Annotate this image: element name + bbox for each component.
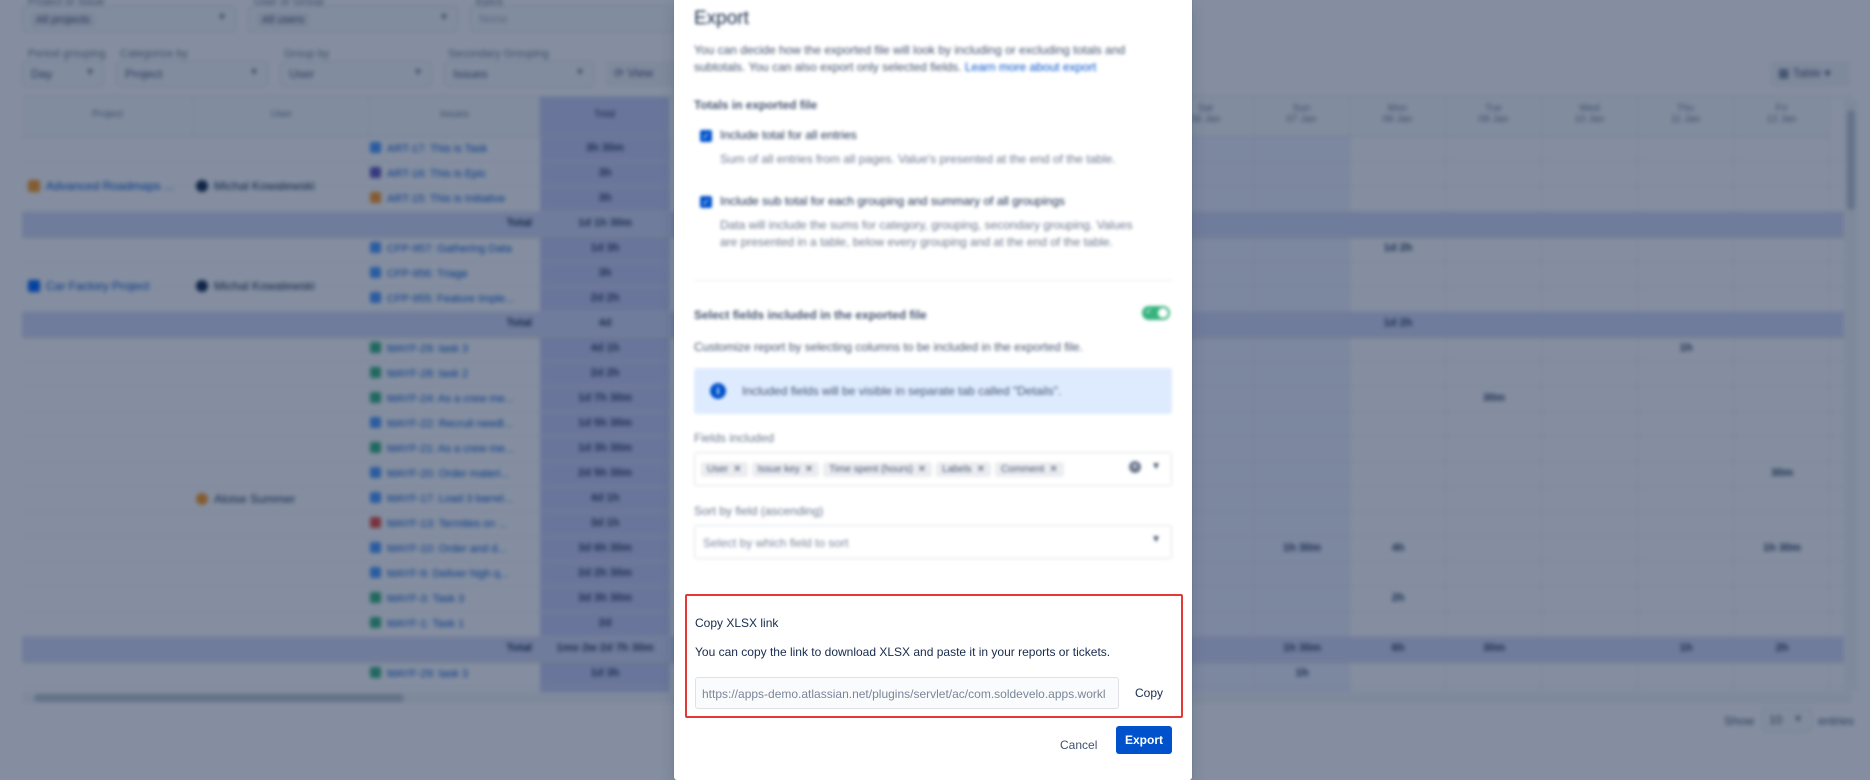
field-chip: Labels ✕ [936, 462, 991, 477]
clear-icon[interactable]: ✕ [1129, 461, 1141, 473]
remove-chip-icon[interactable]: ✕ [918, 464, 926, 475]
field-chip-label: Labels [942, 464, 972, 475]
remove-chip-icon[interactable]: ✕ [805, 464, 813, 475]
field-chip-label: User [707, 464, 729, 475]
xlsx-link-field[interactable]: https://apps-demo.atlassian.net/plugins/… [695, 677, 1119, 709]
field-chip-label: Comment [1000, 464, 1045, 475]
remove-chip-icon[interactable]: ✕ [977, 464, 985, 475]
field-chips: User ✕ Issue key ✕ Time spent (hours) ✕ Labels… [701, 461, 1068, 477]
check-icon: ✓ [1145, 306, 1153, 316]
info-icon: i [710, 383, 726, 399]
copy-xlsx-title: Copy XLSX link [695, 616, 779, 630]
copy-button[interactable]: Copy [1127, 678, 1171, 708]
copy-xlsx-description: You can copy the link to download XLSX a… [695, 645, 1111, 659]
chevron-down-icon[interactable]: ▼ [1151, 461, 1161, 472]
info-banner: i Included fields will be visible in sep… [694, 368, 1172, 414]
cancel-button[interactable]: Cancel [1056, 732, 1101, 758]
copy-xlsx-section: Copy XLSX link You can copy the link to … [685, 594, 1183, 718]
export-options-area: Export You can decide how the exported f… [674, 0, 1192, 586]
sort-by-select[interactable]: Select by which field to sort ▼ [694, 525, 1172, 559]
dialog-description: You can decide how the exported file wil… [694, 42, 1164, 76]
fields-included-select[interactable]: User ✕ Issue key ✕ Time spent (hours) ✕ Labels… [694, 452, 1172, 486]
include-subtotal-checkbox[interactable]: ✓ [700, 196, 712, 208]
field-chip: Comment ✕ [994, 462, 1064, 477]
include-total-label: Include total for all entries [720, 128, 857, 142]
sort-by-placeholder: Select by which field to sort [703, 536, 849, 550]
remove-chip-icon[interactable]: ✕ [1049, 464, 1057, 475]
toggle-knob [1158, 308, 1168, 318]
field-chip: Issue key ✕ [751, 462, 820, 477]
info-text: Included fields will be visible in separ… [742, 384, 1062, 398]
select-fields-heading: Select fields included in the exported f… [694, 308, 927, 322]
field-chip-label: Time spent (hours) [829, 464, 913, 475]
export-button[interactable]: Export [1116, 726, 1172, 754]
totals-heading: Totals in exported file [694, 98, 818, 112]
field-chip: User ✕ [701, 462, 748, 477]
check-icon: ✓ [702, 197, 710, 207]
include-total-help: Sum of all entries from all pages. Value… [720, 152, 1116, 166]
export-dialog: Export You can decide how the exported f… [674, 0, 1192, 780]
check-icon: ✓ [702, 131, 710, 141]
learn-more-link[interactable]: Learn more about export [965, 60, 1096, 74]
field-chip: Time spent (hours) ✕ [823, 462, 933, 477]
field-chip-label: Issue key [757, 464, 800, 475]
dialog-title: Export [694, 8, 749, 29]
fields-included-label: Fields included [694, 431, 775, 445]
chevron-down-icon[interactable]: ▼ [1151, 534, 1161, 545]
sort-by-label: Sort by field (ascending) [694, 504, 824, 518]
include-subtotal-help: Data will include the sums for category,… [720, 218, 1133, 249]
include-total-checkbox[interactable]: ✓ [700, 130, 712, 142]
section-divider [694, 280, 1172, 281]
select-fields-toggle[interactable]: ✓ [1142, 306, 1170, 320]
include-subtotal-label: Include sub total for each grouping and … [720, 194, 1065, 208]
remove-chip-icon[interactable]: ✕ [733, 464, 741, 475]
select-fields-help: Customize report by selecting columns to… [694, 340, 1083, 354]
